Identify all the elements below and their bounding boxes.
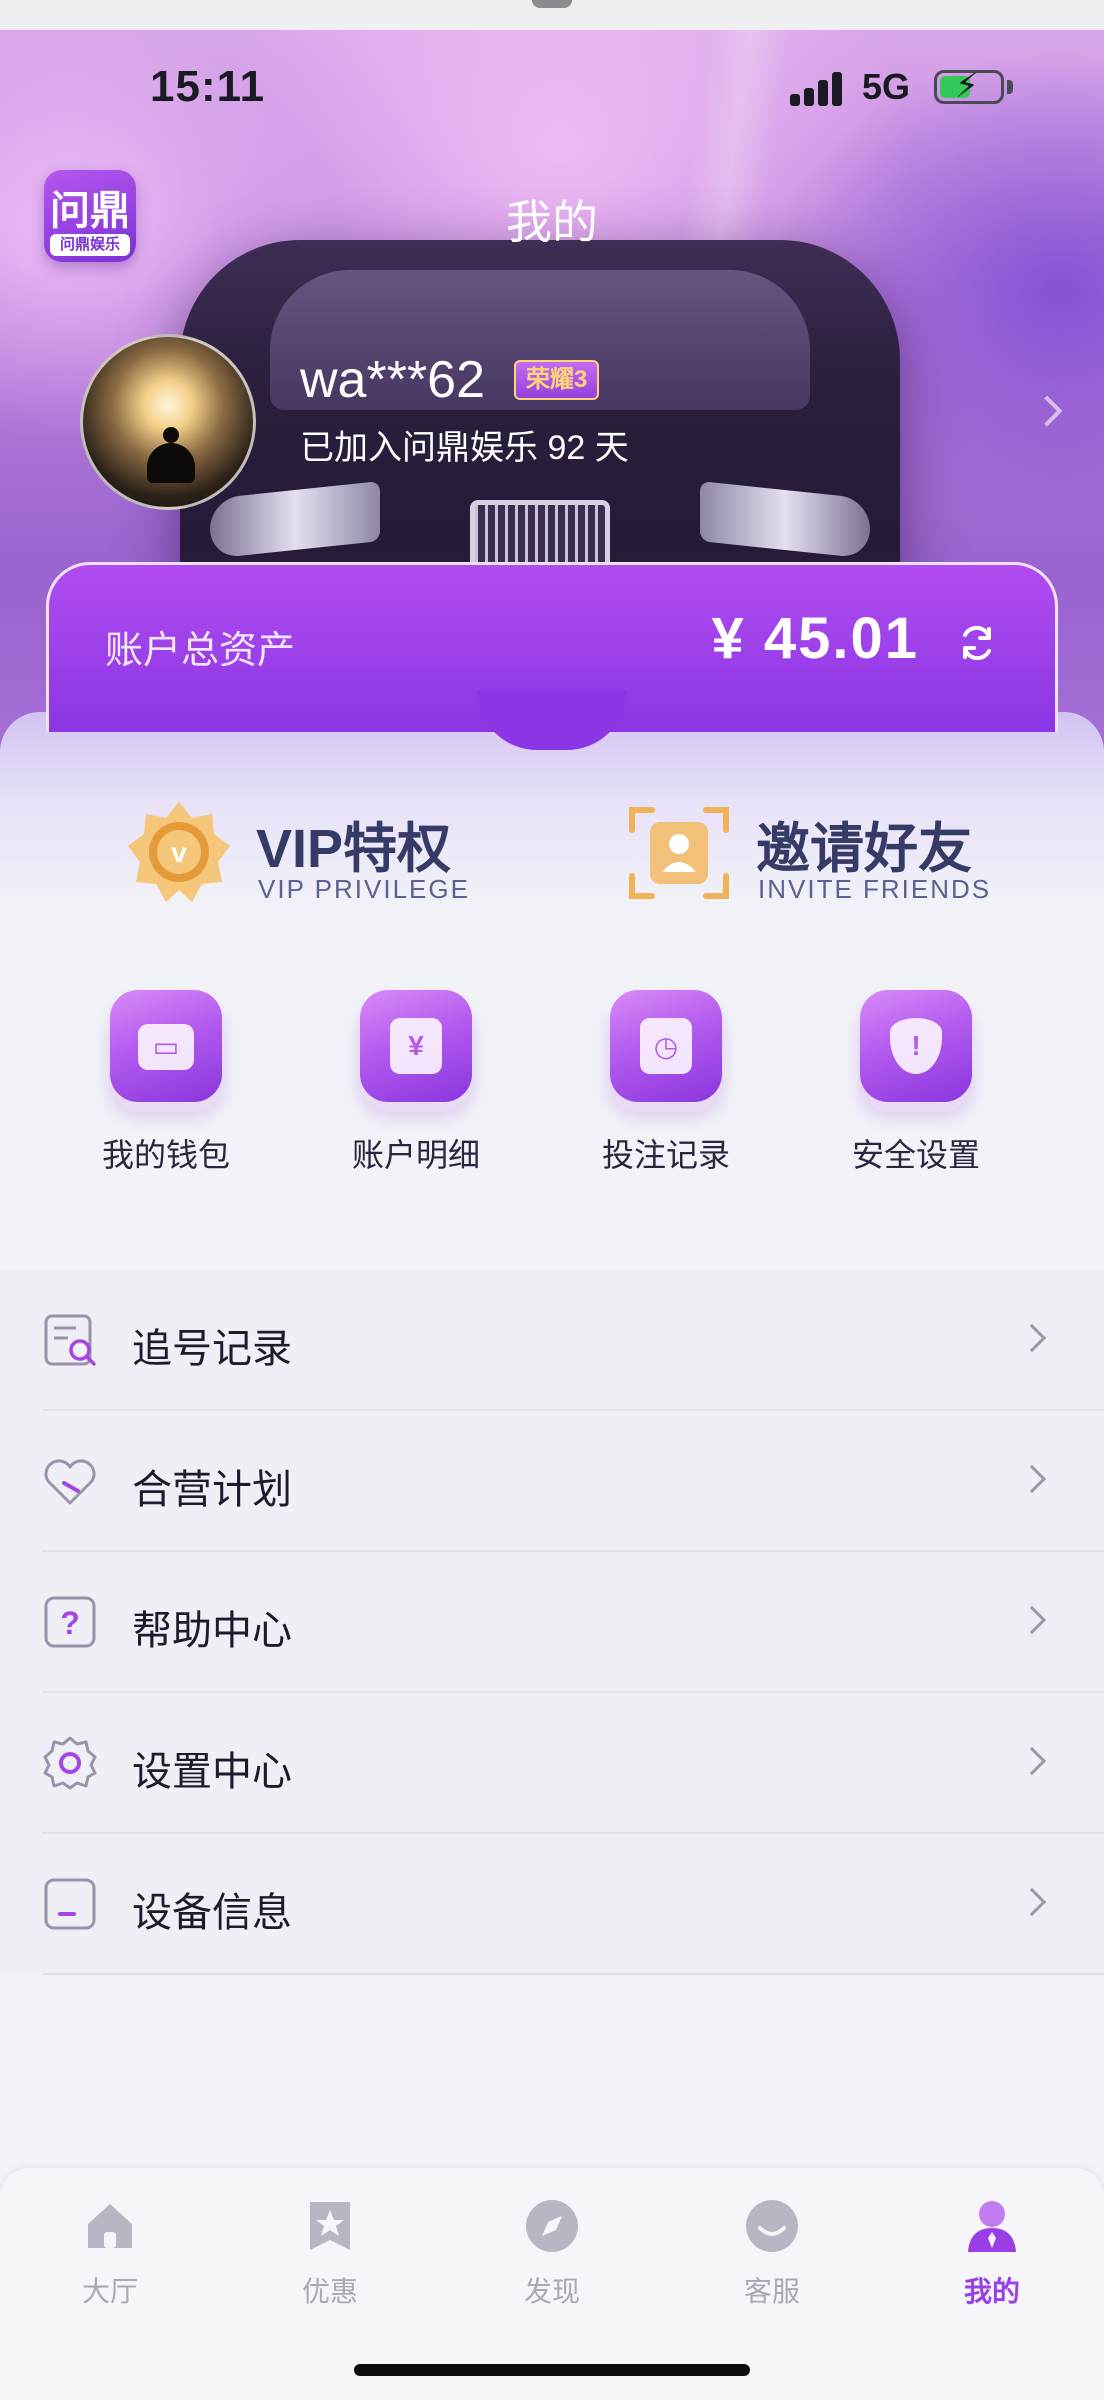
chevron-right-icon bbox=[1017, 1887, 1047, 1917]
menu-item-device-info[interactable]: 设备信息 bbox=[42, 1834, 1104, 1975]
menu-item-settings-center[interactable]: 设置中心 bbox=[42, 1693, 1104, 1834]
security-shield-icon: ! bbox=[860, 990, 972, 1102]
phone-screen: 15:11 5G ⚡ 问鼎 问鼎娱乐 我的 wa***62 荣耀3 已加入问鼎娱… bbox=[0, 0, 1104, 2400]
invite-subtitle: INVITE FRIENDS bbox=[758, 874, 992, 904]
menu-item-partnership[interactable]: 合营计划 bbox=[42, 1411, 1104, 1552]
quick-action-label: 投注记录 bbox=[601, 1137, 730, 1173]
tab-promotions[interactable]: 优惠 bbox=[250, 2188, 410, 2308]
svg-text:?: ? bbox=[60, 1605, 80, 1641]
menu-item-label: 帮助中心 bbox=[132, 1609, 292, 1653]
quick-action-account-detail[interactable]: ¥ 账户明细 bbox=[316, 990, 516, 1180]
menu-item-chase-record[interactable]: 追号记录 bbox=[42, 1270, 1104, 1411]
chase-record-icon bbox=[44, 1314, 96, 1366]
tab-lobby[interactable]: 大厅 bbox=[30, 2188, 190, 2308]
settings-menu: 追号记录 合营计划 ? 帮助中心 设置中心 设备信息 bbox=[0, 1270, 1104, 1975]
meditation-figure bbox=[141, 427, 201, 487]
status-time: 15:11 bbox=[150, 62, 266, 111]
tab-label: 优惠 bbox=[301, 2276, 358, 2307]
quick-action-wallet[interactable]: ▭ 我的钱包 bbox=[66, 990, 266, 1180]
chevron-right-icon bbox=[1017, 1746, 1047, 1776]
account-detail-icon: ¥ bbox=[360, 990, 472, 1102]
discover-compass-icon bbox=[526, 2200, 578, 2252]
promotion-star-icon bbox=[310, 2202, 350, 2250]
quick-action-label: 我的钱包 bbox=[101, 1137, 230, 1173]
quick-action-security[interactable]: ! 安全设置 bbox=[816, 990, 1016, 1180]
joined-days-text: 已加入问鼎娱乐 92 天 bbox=[300, 429, 629, 467]
quick-action-bet-record[interactable]: ◷ 投注记录 bbox=[566, 990, 766, 1180]
charging-bolt-icon: ⚡ bbox=[955, 67, 979, 105]
menu-item-label: 设备信息 bbox=[132, 1891, 292, 1935]
tab-label: 发现 bbox=[523, 2276, 580, 2307]
invite-friends-icon bbox=[629, 807, 729, 899]
bet-record-icon: ◷ bbox=[610, 990, 722, 1102]
menu-item-label: 设置中心 bbox=[132, 1750, 292, 1794]
svg-text:v: v bbox=[171, 837, 187, 868]
tab-mine[interactable]: 我的 bbox=[912, 2188, 1072, 2308]
total-assets-value: ¥ 45.01 bbox=[711, 606, 919, 671]
rank-badge: 荣耀3 bbox=[514, 360, 600, 400]
signal-icon bbox=[790, 70, 846, 106]
car-headlight-left bbox=[210, 481, 380, 559]
tab-label: 客服 bbox=[743, 2276, 800, 2307]
customer-service-icon bbox=[746, 2200, 798, 2252]
top-notch bbox=[532, 0, 572, 8]
tab-label: 大厅 bbox=[81, 2276, 138, 2307]
tab-discover[interactable]: 发现 bbox=[472, 2188, 632, 2308]
settings-gear-icon bbox=[43, 1736, 97, 1790]
menu-item-label: 追号记录 bbox=[132, 1327, 292, 1371]
tab-label: 我的 bbox=[963, 2276, 1020, 2307]
device-icon bbox=[44, 1878, 96, 1930]
network-label: 5G bbox=[862, 66, 911, 107]
total-assets-label: 账户总资产 bbox=[105, 630, 296, 672]
vip-badge-icon: v bbox=[128, 802, 230, 902]
refresh-icon[interactable] bbox=[955, 621, 999, 665]
help-icon: ? bbox=[44, 1596, 96, 1648]
wallet-icon: ▭ bbox=[110, 990, 222, 1102]
vip-title: VIP特权 bbox=[256, 819, 452, 879]
car-headlight-right bbox=[700, 481, 870, 559]
quick-action-label: 安全设置 bbox=[851, 1137, 980, 1173]
chevron-right-icon bbox=[1017, 1605, 1047, 1635]
chevron-right-icon bbox=[1017, 1464, 1047, 1494]
chevron-right-icon bbox=[1017, 1323, 1047, 1353]
menu-item-label: 合营计划 bbox=[132, 1468, 292, 1512]
battery-tip bbox=[1007, 80, 1013, 94]
username: wa***62 bbox=[300, 351, 486, 409]
home-indicator[interactable] bbox=[354, 2364, 750, 2376]
invite-title: 邀请好友 bbox=[756, 819, 972, 879]
avatar[interactable] bbox=[80, 334, 256, 510]
menu-item-help-center[interactable]: ? 帮助中心 bbox=[42, 1552, 1104, 1693]
quick-action-label: 账户明细 bbox=[351, 1137, 480, 1173]
page-title: 我的 bbox=[506, 196, 598, 248]
home-icon bbox=[88, 2204, 132, 2248]
partnership-icon bbox=[44, 1459, 96, 1505]
profile-icon bbox=[968, 2201, 1016, 2252]
vip-subtitle: VIP PRIVILEGE bbox=[258, 874, 470, 904]
tab-customer-service[interactable]: 客服 bbox=[692, 2188, 852, 2308]
